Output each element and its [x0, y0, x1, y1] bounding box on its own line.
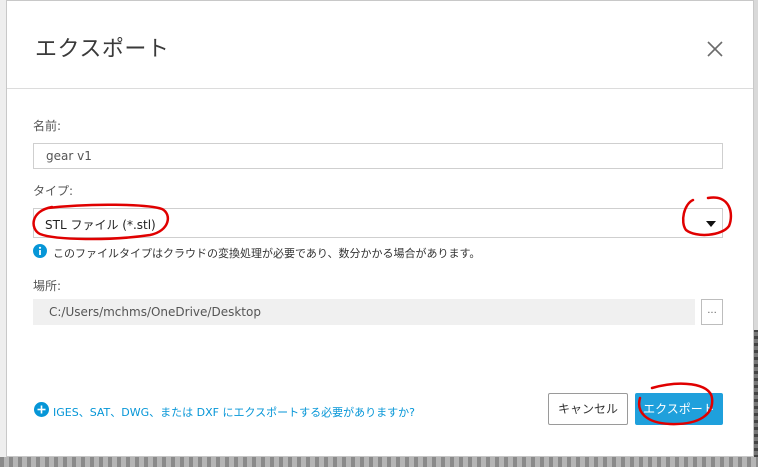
background-model-edge	[754, 330, 758, 458]
plus-circle-icon	[34, 402, 49, 417]
export-button[interactable]: エクスポート	[635, 393, 723, 425]
info-icon	[33, 244, 47, 258]
browse-button[interactable]: ...	[701, 299, 723, 325]
location-path-field[interactable]: C:/Users/mchms/OneDrive/Desktop	[33, 299, 695, 325]
type-info-text: このファイルタイプはクラウドの変換処理が必要であり、数分かかる場合があります。	[53, 247, 481, 260]
type-label: タイプ:	[33, 184, 74, 198]
file-type-selected-value: STL ファイル (*.stl)	[45, 218, 156, 232]
cancel-button[interactable]: キャンセル	[548, 393, 628, 425]
other-formats-link-text[interactable]: IGES、SAT、DWG、または DXF にエクスポートする必要がありますか?	[53, 404, 415, 420]
close-icon[interactable]	[703, 37, 727, 61]
dropdown-arrow-icon[interactable]	[706, 220, 716, 228]
export-dialog: エクスポート 名前: gear v1 タイプ: STL ファイル (*.stl)…	[6, 0, 754, 457]
background-model-bottom	[0, 457, 758, 467]
name-label: 名前:	[33, 119, 62, 133]
name-input[interactable]: gear v1	[33, 143, 723, 169]
location-label: 場所:	[33, 279, 62, 293]
dialog-header: エクスポート	[7, 1, 753, 89]
file-type-select[interactable]: STL ファイル (*.stl)	[33, 208, 723, 238]
dialog-title: エクスポート	[35, 37, 170, 62]
